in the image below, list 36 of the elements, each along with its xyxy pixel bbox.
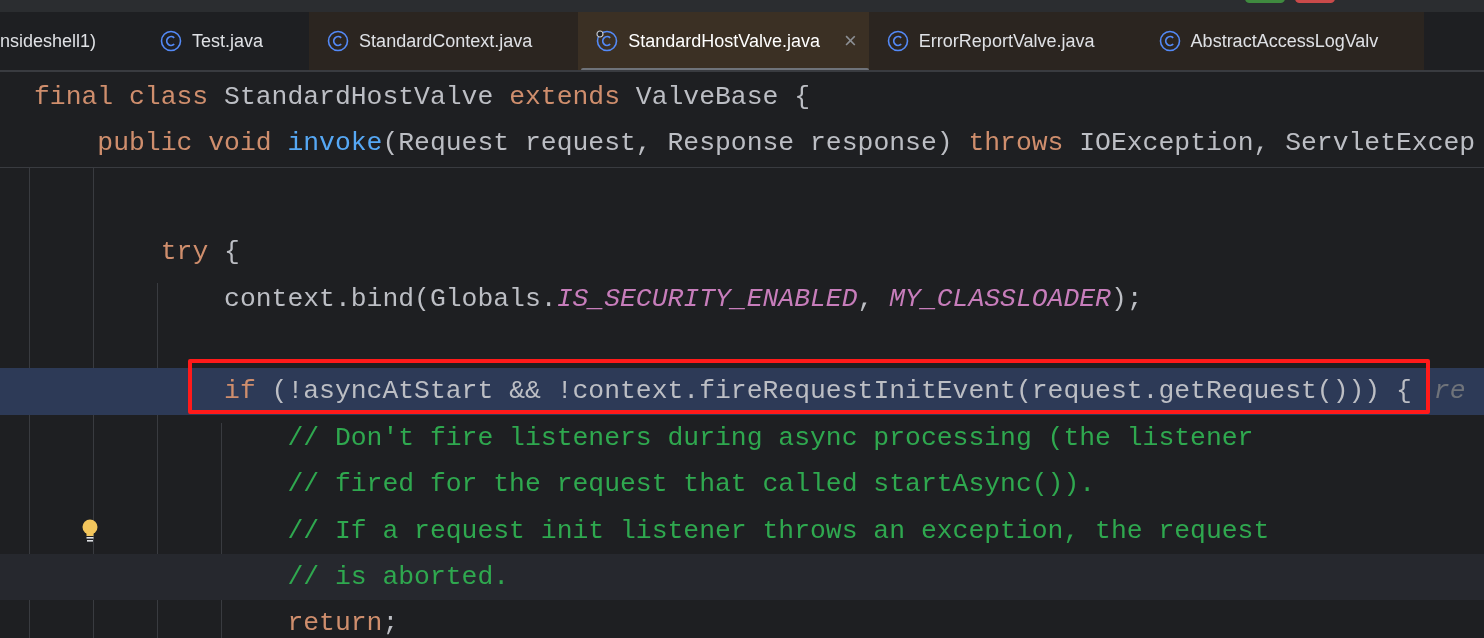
code-text: ValveBase { [634,82,811,112]
editor-tab[interactable]: AbstractAccessLogValv [1140,12,1425,70]
class-icon [160,30,183,52]
editor-tab[interactable]: StandardHostValve.java × [578,12,869,70]
code-comment: // is aborted. [287,561,510,592]
code-text: IOException, ServletExcep [1078,128,1476,159]
code-comment: // Don't fire listeners during async processing (the listener [287,422,1254,453]
code-text: (!asyncAtStart && !context.fireRequestInitEvent(request.getRequest())) { [270,376,1412,407]
code-keyword: if [224,376,256,407]
class-icon [596,30,619,52]
method-name: invoke [287,128,383,159]
code-text: ; [382,608,399,638]
editor-tab[interactable]: ErrorReportValve.java [868,12,1141,70]
code-text: , [857,283,875,314]
code-keyword: try [160,237,209,268]
code-text: ); [1110,283,1143,314]
code-text: (Request request, Response response) [382,128,954,159]
code-keyword: return [287,608,383,638]
code-comment: // fired for the request that called startAsync()). [287,469,1096,500]
code-keyword: public void [97,128,273,159]
code-text: StandardHostValve [223,82,495,112]
constant-name: IS_SECURITY_ENABLED [556,283,858,314]
class-icon [1158,30,1181,52]
code-keyword: extends [509,82,620,112]
code-comment: // If a request init listener throws an exception, the request [287,515,1270,546]
editor-tab[interactable]: StandardContext.java [309,12,579,70]
code-keyword: final class [34,82,209,112]
code-text: { [223,237,240,268]
inlay-hint: re [1433,376,1466,407]
close-icon[interactable]: × [844,28,857,54]
lightbulb-icon[interactable] [81,518,99,543]
class-icon [886,30,909,52]
code-text: context.bind(Globals. [224,283,557,314]
class-icon [327,30,350,52]
code-keyword: throws [968,128,1064,159]
constant-name: MY_CLASSLOADER [889,283,1111,314]
